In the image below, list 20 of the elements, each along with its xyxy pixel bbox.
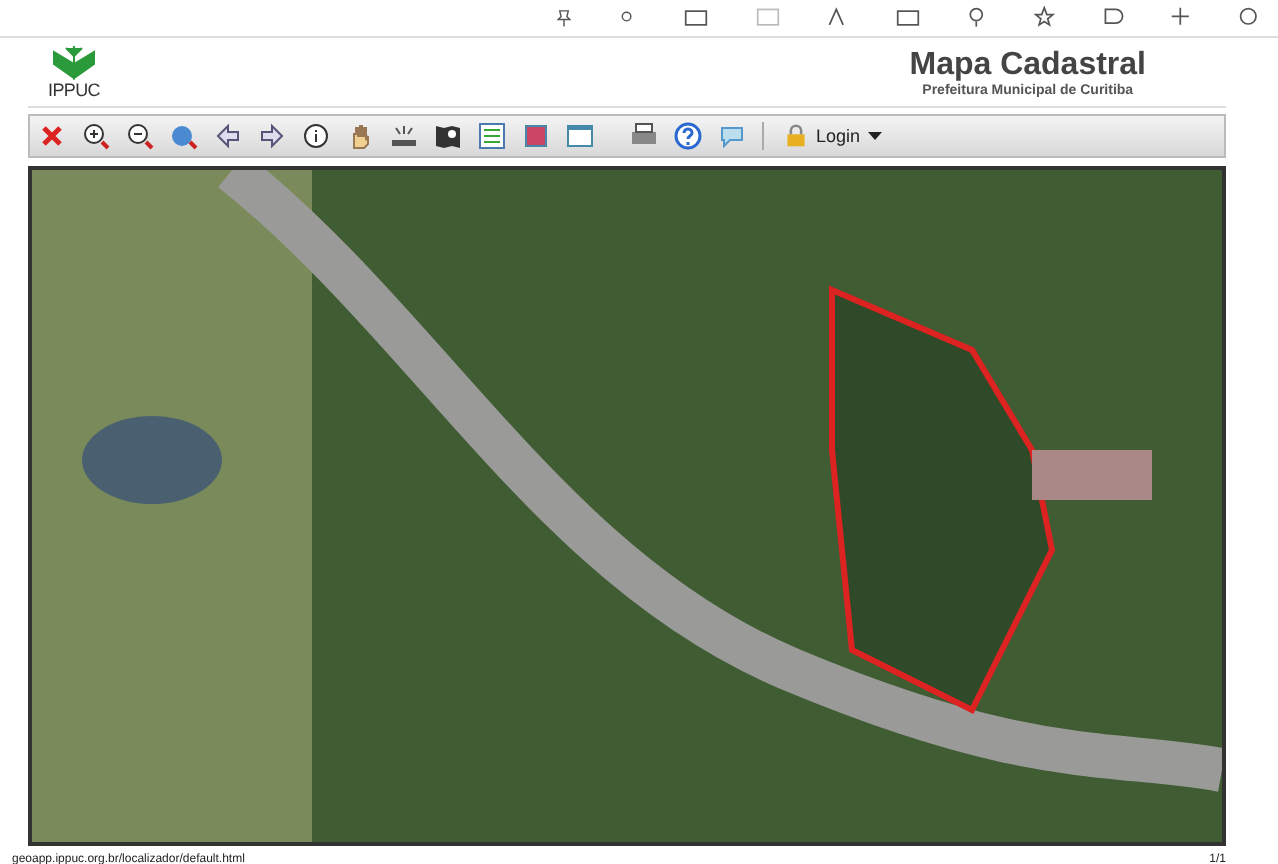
logo-text: IPPUC bbox=[48, 80, 101, 100]
info-icon[interactable] bbox=[302, 122, 330, 150]
layers-list-icon[interactable] bbox=[478, 122, 506, 150]
zoom-out-icon[interactable] bbox=[126, 122, 154, 150]
login-button[interactable]: Login bbox=[780, 124, 887, 148]
caret-icon bbox=[868, 132, 883, 140]
star-icon[interactable] bbox=[1034, 6, 1058, 30]
help-icon[interactable] bbox=[674, 122, 702, 150]
plus-icon[interactable] bbox=[1170, 6, 1194, 30]
leaf-logo-icon bbox=[50, 44, 98, 80]
close-icon[interactable] bbox=[38, 122, 66, 150]
map-pin-icon[interactable] bbox=[434, 122, 462, 150]
back-arrow-icon[interactable] bbox=[214, 122, 242, 150]
pin-icon[interactable] bbox=[554, 6, 574, 30]
page-title: Mapa Cadastral bbox=[909, 47, 1146, 81]
printer-icon[interactable] bbox=[630, 122, 658, 150]
padlock-icon[interactable] bbox=[784, 124, 808, 148]
forward-arrow-icon[interactable] bbox=[258, 122, 286, 150]
chat-bubble-icon[interactable] bbox=[718, 122, 746, 150]
zoom-in-icon[interactable] bbox=[82, 122, 110, 150]
